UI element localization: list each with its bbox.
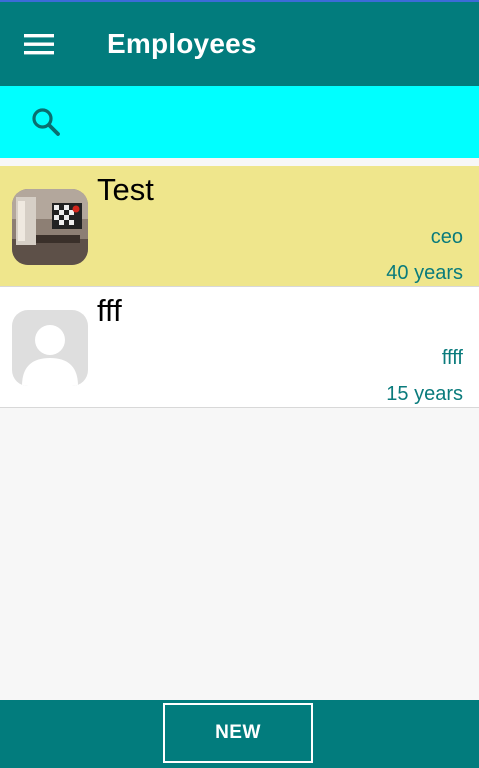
default-person-icon [12, 310, 88, 386]
list-item[interactable]: Test ceo 40 years [0, 166, 479, 287]
avatar [12, 189, 88, 265]
employee-name: Test [97, 172, 154, 207]
page-title: Employees [107, 28, 257, 59]
search-icon[interactable] [30, 106, 62, 138]
employee-name: fff [97, 293, 122, 328]
new-button[interactable]: NEW [163, 703, 313, 763]
employee-years: 15 years [386, 383, 463, 405]
employee-years: 40 years [386, 262, 463, 284]
hamburger-menu-icon[interactable] [22, 30, 56, 58]
employee-role: ffff [441, 347, 463, 369]
employee-role: ceo [430, 226, 463, 248]
employee-list: Test ceo 40 years fff ffff 15 years [0, 166, 479, 408]
search-input[interactable] [80, 100, 464, 146]
room-photo-icon [12, 189, 88, 265]
list-item[interactable]: fff ffff 15 years [0, 287, 479, 408]
bottom-bar: NEW [0, 700, 479, 768]
app-bar: Employees [0, 2, 479, 86]
avatar [12, 310, 88, 386]
